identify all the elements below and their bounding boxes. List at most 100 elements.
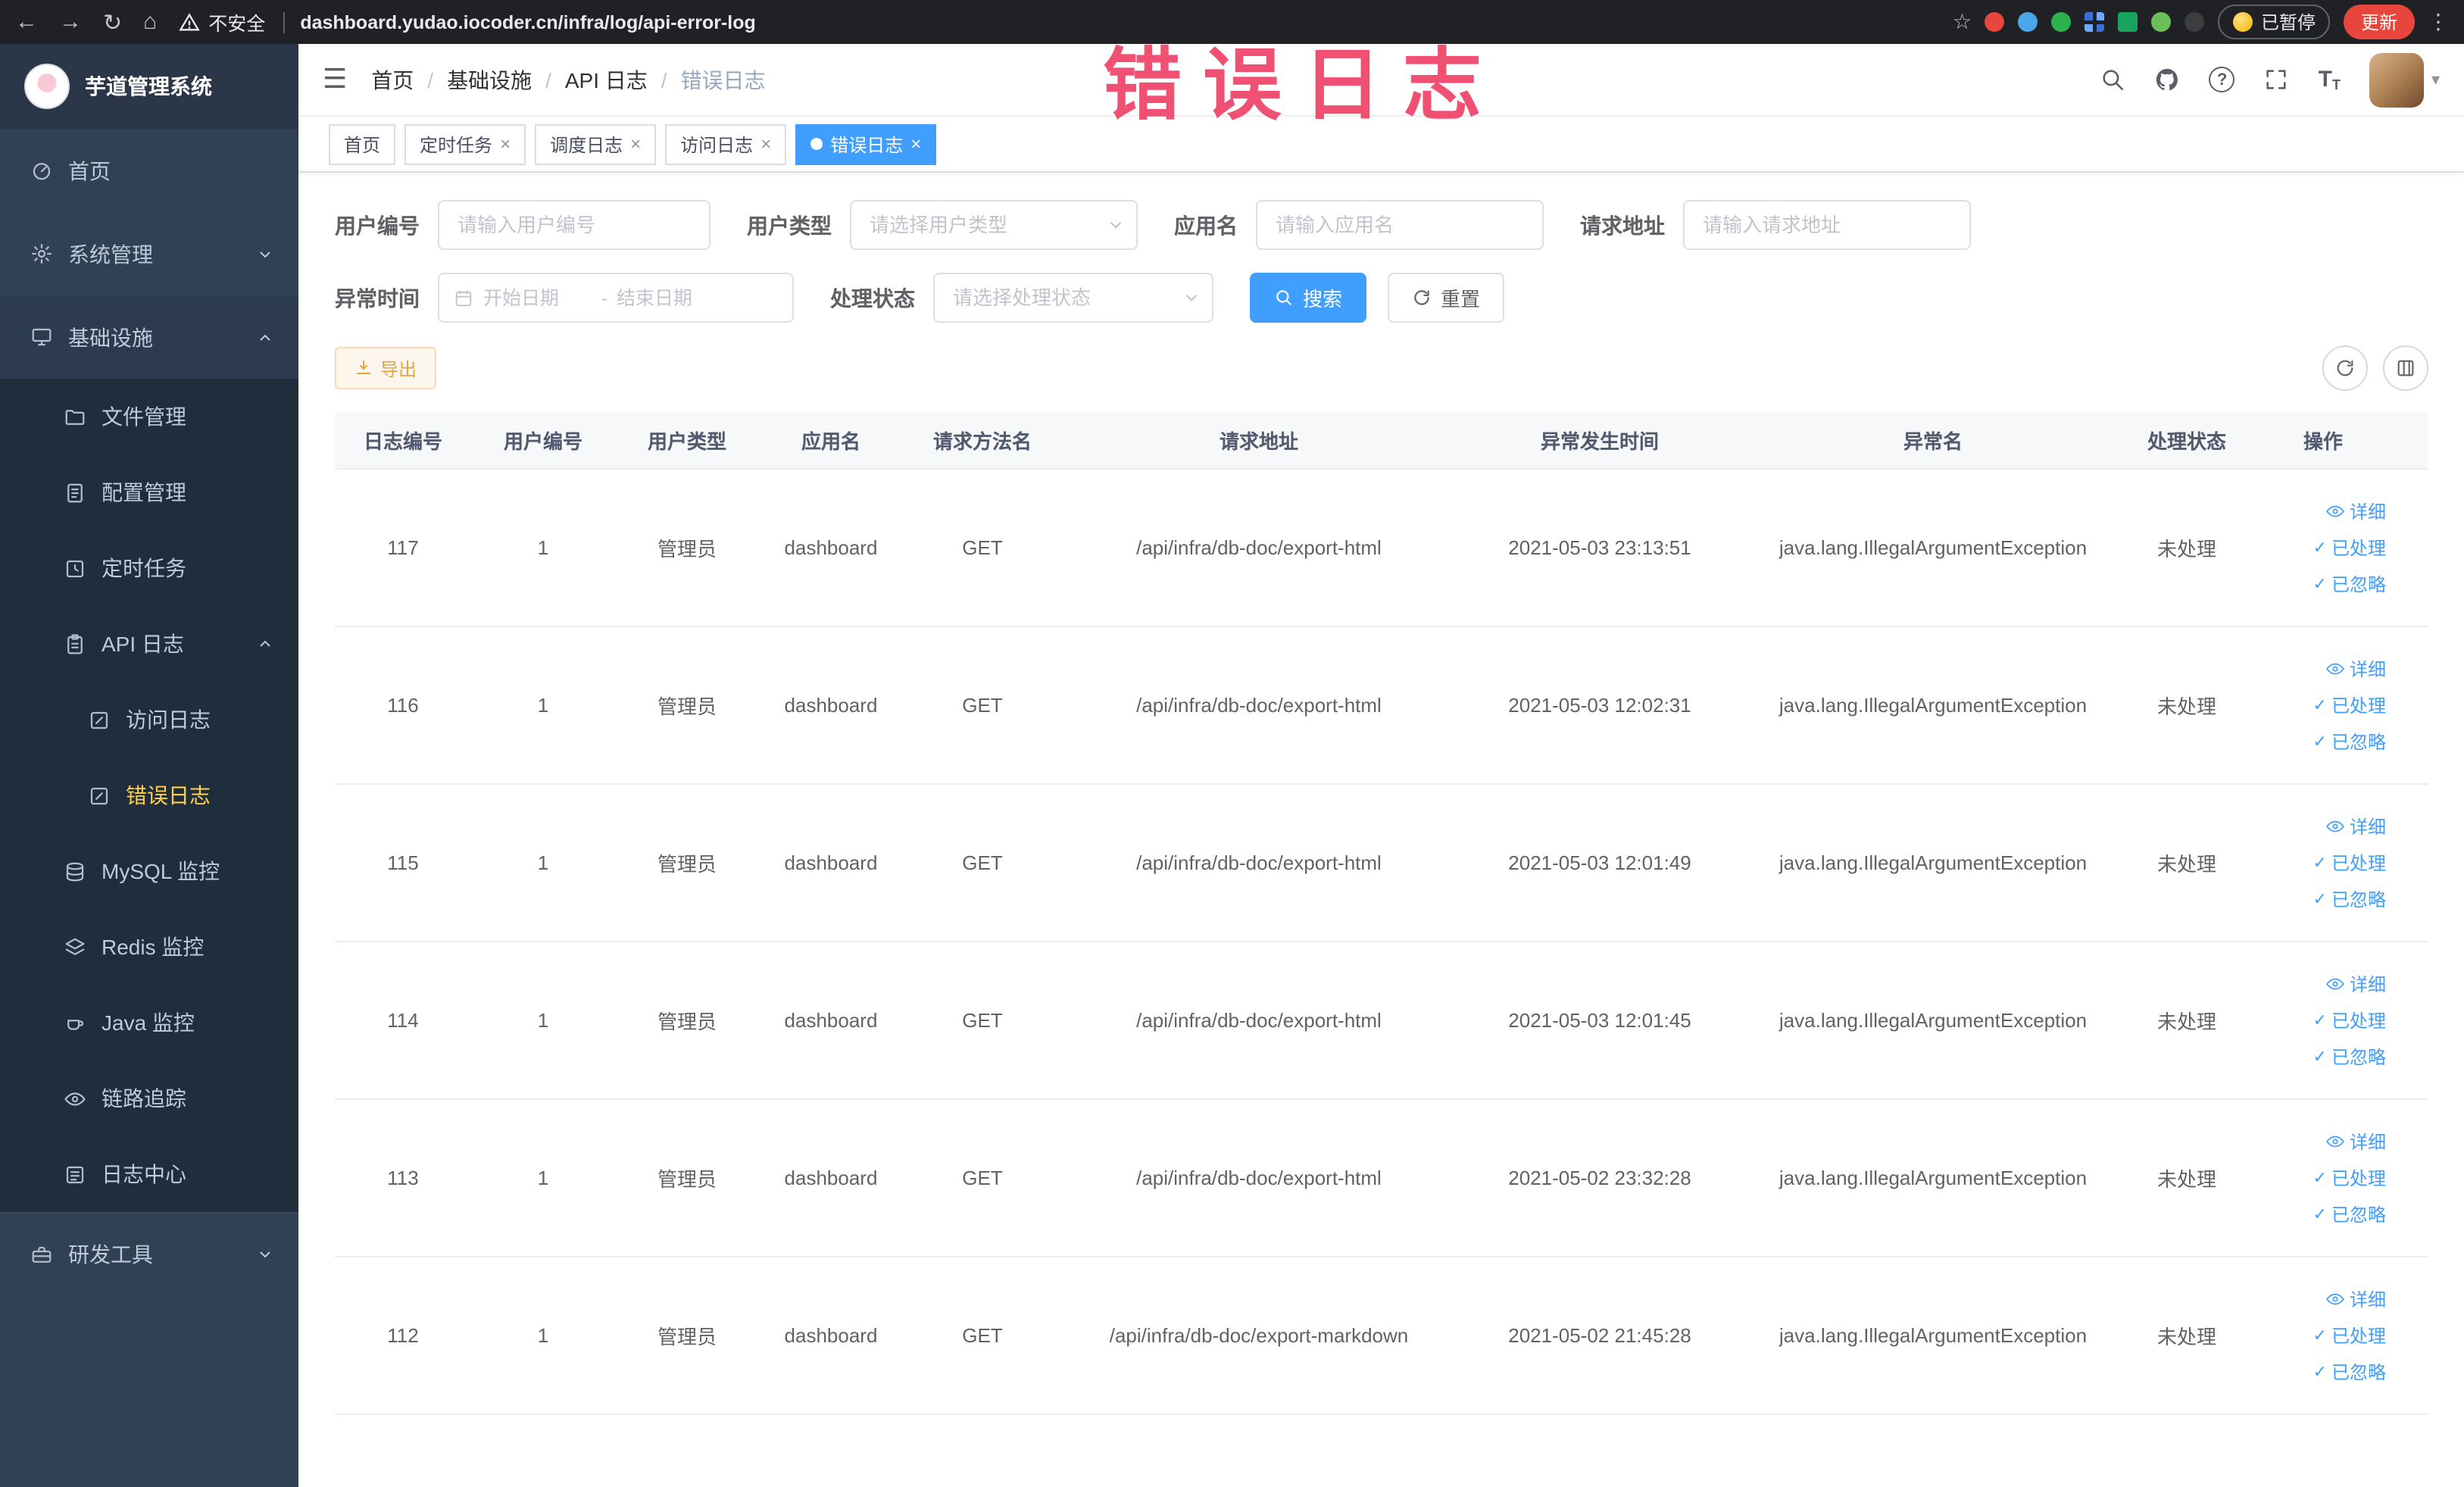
app-name-input[interactable] <box>1256 200 1544 250</box>
search-icon <box>1276 290 1291 305</box>
mark-ignored-link[interactable]: ✓ 已忽略 <box>2313 1201 2386 1227</box>
mark-processed-link[interactable]: ✓ 已处理 <box>2313 1165 2386 1191</box>
sidebar-item-api-log[interactable]: API 日志 <box>0 606 298 682</box>
detail-link[interactable]: 详细 <box>2325 814 2386 839</box>
mark-ignored-link[interactable]: ✓ 已忽略 <box>2313 886 2386 912</box>
filter-exception-time: 异常时间 - <box>335 273 794 323</box>
cell-actions: 详细 ✓ 已处理 ✓ 已忽略 <box>2251 498 2395 597</box>
search-icon[interactable] <box>2100 67 2126 92</box>
cell-method: GET <box>962 851 1003 874</box>
avatar[interactable] <box>2369 52 2424 107</box>
sidebar-logo[interactable]: 芋道管理系统 <box>0 44 298 129</box>
sidebar-item-label: API 日志 <box>101 632 184 656</box>
sidebar-item-config-mgmt[interactable]: 配置管理 <box>0 455 298 530</box>
end-date-input[interactable] <box>617 287 726 308</box>
detail-link[interactable]: 详细 <box>2325 498 2386 524</box>
sidebar-item-redis-monitor[interactable]: Redis 监控 <box>0 909 298 985</box>
extension-icon[interactable] <box>1985 12 2005 32</box>
extension-icon[interactable] <box>2018 12 2038 32</box>
sidebar-item-mysql-monitor[interactable]: MySQL 监控 <box>0 833 298 909</box>
back-icon[interactable]: ← <box>15 9 38 35</box>
sidebar-item-trace[interactable]: 链路追踪 <box>0 1061 298 1136</box>
table-tools <box>2322 345 2428 391</box>
close-icon[interactable]: × <box>630 133 641 155</box>
breadcrumb-item[interactable]: 首页 <box>371 64 414 95</box>
refresh-button[interactable] <box>2322 345 2367 391</box>
home-icon[interactable]: ⌂ <box>143 9 157 35</box>
close-icon[interactable]: × <box>500 133 511 155</box>
mark-processed-link[interactable]: ✓ 已处理 <box>2313 535 2386 561</box>
extension-icon[interactable] <box>2085 12 2105 32</box>
sidebar-item-system-mgmt[interactable]: 系统管理 <box>0 212 298 295</box>
detail-link[interactable]: 详细 <box>2325 1286 2386 1312</box>
bookmark-star-icon[interactable]: ☆ <box>1953 9 1972 35</box>
eye-icon <box>2326 978 2344 990</box>
mark-processed-link[interactable]: ✓ 已处理 <box>2313 692 2386 718</box>
tab-scheduled-jobs[interactable]: 定时任务 × <box>404 123 526 164</box>
tab-schedule-log[interactable]: 调度日志 × <box>535 123 657 164</box>
extension-icon[interactable] <box>2151 12 2172 32</box>
logo-image <box>24 64 70 109</box>
sidebar-item-file-mgmt[interactable]: 文件管理 <box>0 379 298 455</box>
sidebar-item-label: 首页 <box>68 158 111 183</box>
sidebar-item-log-center[interactable]: 日志中心 <box>0 1136 298 1212</box>
start-date-input[interactable] <box>483 287 592 308</box>
user-id-input[interactable] <box>438 200 710 250</box>
process-status-select[interactable] <box>933 273 1213 323</box>
user-type-select[interactable] <box>850 200 1138 250</box>
extension-icon[interactable] <box>2118 12 2138 32</box>
sidebar-item-error-log[interactable]: 错误日志 <box>0 758 298 833</box>
reset-button[interactable]: 重置 <box>1388 273 1505 323</box>
cell-user-type: 管理员 <box>657 695 717 718</box>
help-icon[interactable]: ? <box>2209 67 2235 92</box>
detail-link[interactable]: 详细 <box>2325 971 2386 997</box>
hamburger-icon[interactable]: ☰ <box>323 64 347 95</box>
refresh-icon <box>1414 290 1429 305</box>
security-indicator[interactable]: 不安全 <box>178 8 265 36</box>
browser-update-button[interactable]: 更新 <box>2344 5 2414 39</box>
column-settings-button[interactable] <box>2382 345 2428 391</box>
close-icon[interactable]: × <box>910 133 921 155</box>
search-button[interactable]: 搜索 <box>1250 273 1367 323</box>
detail-link[interactable]: 详细 <box>2325 656 2386 682</box>
mark-ignored-link[interactable]: ✓ 已忽略 <box>2313 729 2386 754</box>
profile-paused-badge[interactable]: 已暂停 <box>2218 5 2331 39</box>
mark-ignored-link[interactable]: ✓ 已忽略 <box>2313 571 2386 597</box>
browser-menu-icon[interactable]: ⋮ <box>2428 9 2449 35</box>
sidebar-item-access-log[interactable]: 访问日志 <box>0 682 298 758</box>
mark-ignored-link[interactable]: ✓ 已忽略 <box>2313 1044 2386 1070</box>
export-button[interactable]: 导出 <box>335 347 437 389</box>
user-menu[interactable]: ▾ <box>2369 52 2440 107</box>
sidebar-item-dev-tools[interactable]: 研发工具 <box>0 1212 298 1295</box>
fullscreen-icon[interactable] <box>2264 67 2290 92</box>
extension-icon[interactable] <box>2184 12 2205 32</box>
sidebar-item-java-monitor[interactable]: Java 监控 <box>0 985 298 1061</box>
reload-icon[interactable]: ↻ <box>103 8 122 36</box>
tab-home[interactable]: 首页 <box>329 123 396 164</box>
request-url-input[interactable] <box>1683 200 1971 250</box>
forward-icon[interactable]: → <box>59 9 82 35</box>
github-icon[interactable] <box>2155 67 2181 92</box>
detail-link[interactable]: 详细 <box>2325 1129 2386 1154</box>
date-range-picker[interactable]: - <box>438 273 794 323</box>
tab-access-log[interactable]: 访问日志 × <box>665 123 787 164</box>
extension-icon[interactable] <box>2051 12 2072 32</box>
eye-icon <box>2326 820 2344 833</box>
font-size-icon[interactable]: TT <box>2319 67 2341 92</box>
download-icon <box>357 361 370 374</box>
sidebar-item-infrastructure[interactable]: 基础设施 <box>0 295 298 379</box>
close-icon[interactable]: × <box>760 133 771 155</box>
mark-processed-link[interactable]: ✓ 已处理 <box>2313 1323 2386 1348</box>
breadcrumb-item[interactable]: 基础设施 <box>447 64 532 95</box>
breadcrumb-item[interactable]: API 日志 <box>565 64 648 95</box>
mark-processed-link[interactable]: ✓ 已处理 <box>2313 1007 2386 1033</box>
mark-processed-link[interactable]: ✓ 已处理 <box>2313 850 2386 876</box>
cell-log-id: 116 <box>387 694 419 717</box>
url-bar[interactable]: dashboard.yudao.iocoder.cn/infra/log/api… <box>283 11 1941 33</box>
sidebar-item-scheduled-jobs[interactable]: 定时任务 <box>0 530 298 606</box>
tab-error-log[interactable]: 错误日志 × <box>795 123 937 164</box>
mark-ignored-link[interactable]: ✓ 已忽略 <box>2313 1359 2386 1385</box>
refresh-icon <box>2336 360 2353 376</box>
sidebar-item-home[interactable]: 首页 <box>0 129 298 212</box>
browser-toolbar: ☆ 已暂停 更新 ⋮ <box>1953 5 2449 39</box>
